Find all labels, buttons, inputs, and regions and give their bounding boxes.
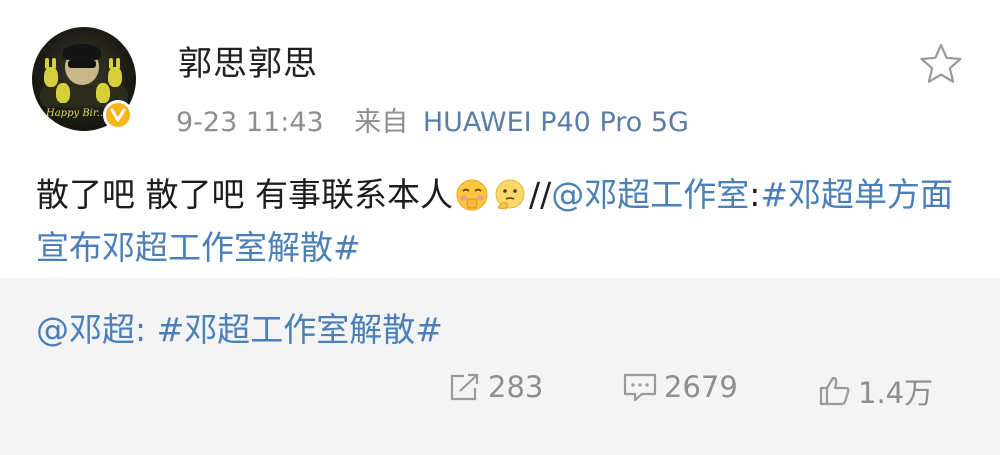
avatar-bunny-shape [56,83,70,103]
like-count: 1.4万 [858,376,934,410]
mention-link[interactable]: @邓超工作室 [551,175,749,214]
repost-colon: : [135,310,157,349]
avatar-bunny-ear-shape [45,58,49,69]
post-time: 9-23 11:43 [176,107,324,138]
post-separator: // [528,175,552,214]
avatar-bunny-ear-shape [109,58,113,69]
thinking-face-emoji-icon [495,179,525,210]
comment-count: 2679 [664,370,738,404]
favorite-star-icon[interactable] [918,41,964,87]
avatar-glasses-shape [68,60,96,68]
post-meta: 9-23 11:43 来自 HUAWEI P40 Pro 5G [176,100,689,139]
avatar-bunny-ear-shape [116,58,120,69]
repost-stats-bar: 283 2679 1.4万 [0,370,1000,410]
share-button[interactable]: 283 [448,370,543,404]
avatar-bunny-shape [108,67,122,87]
shy-face-emoji-icon [456,179,488,211]
post-source-prefix: 来自 [354,107,409,138]
post-device-link[interactable]: HUAWEI P40 Pro 5G [423,107,689,138]
avatar-hair-shape [63,44,101,60]
comment-icon [623,373,657,402]
post-colon: : [749,175,761,214]
verified-badge-icon [103,100,133,130]
avatar-bunny-shape [44,67,58,87]
post-username[interactable]: 郭思郭思 [178,36,318,85]
share-count: 283 [488,370,544,404]
post-text: 散了吧 散了吧 有事联系本人 [36,175,453,214]
avatar-bunny-shape [96,83,110,103]
share-icon [450,373,479,401]
repost-card[interactable]: @邓超: #邓超工作室解散# 283 2679 1.4万 [0,278,1000,455]
weibo-post: Happy Bir... 郭思郭思 9-23 11:43 来自 HUAWEI P… [0,0,1000,278]
repost-hashtag-link[interactable]: #邓超工作室解散# [157,310,443,349]
comment-button[interactable]: 2679 [622,370,738,404]
avatar-bunny-ear-shape [52,58,56,69]
repost-text: @邓超: #邓超工作室解散# [36,303,443,351]
post-body: 散了吧 散了吧 有事联系本人 //@邓超工作室:#邓超单方面宣布邓超工作室解散# [36,168,976,274]
avatar-scribble-text: Happy Bir... [46,108,107,119]
repost-mention-link[interactable]: @邓超 [36,310,135,349]
thumbs-up-icon [819,376,850,406]
like-button[interactable]: 1.4万 [818,370,933,412]
